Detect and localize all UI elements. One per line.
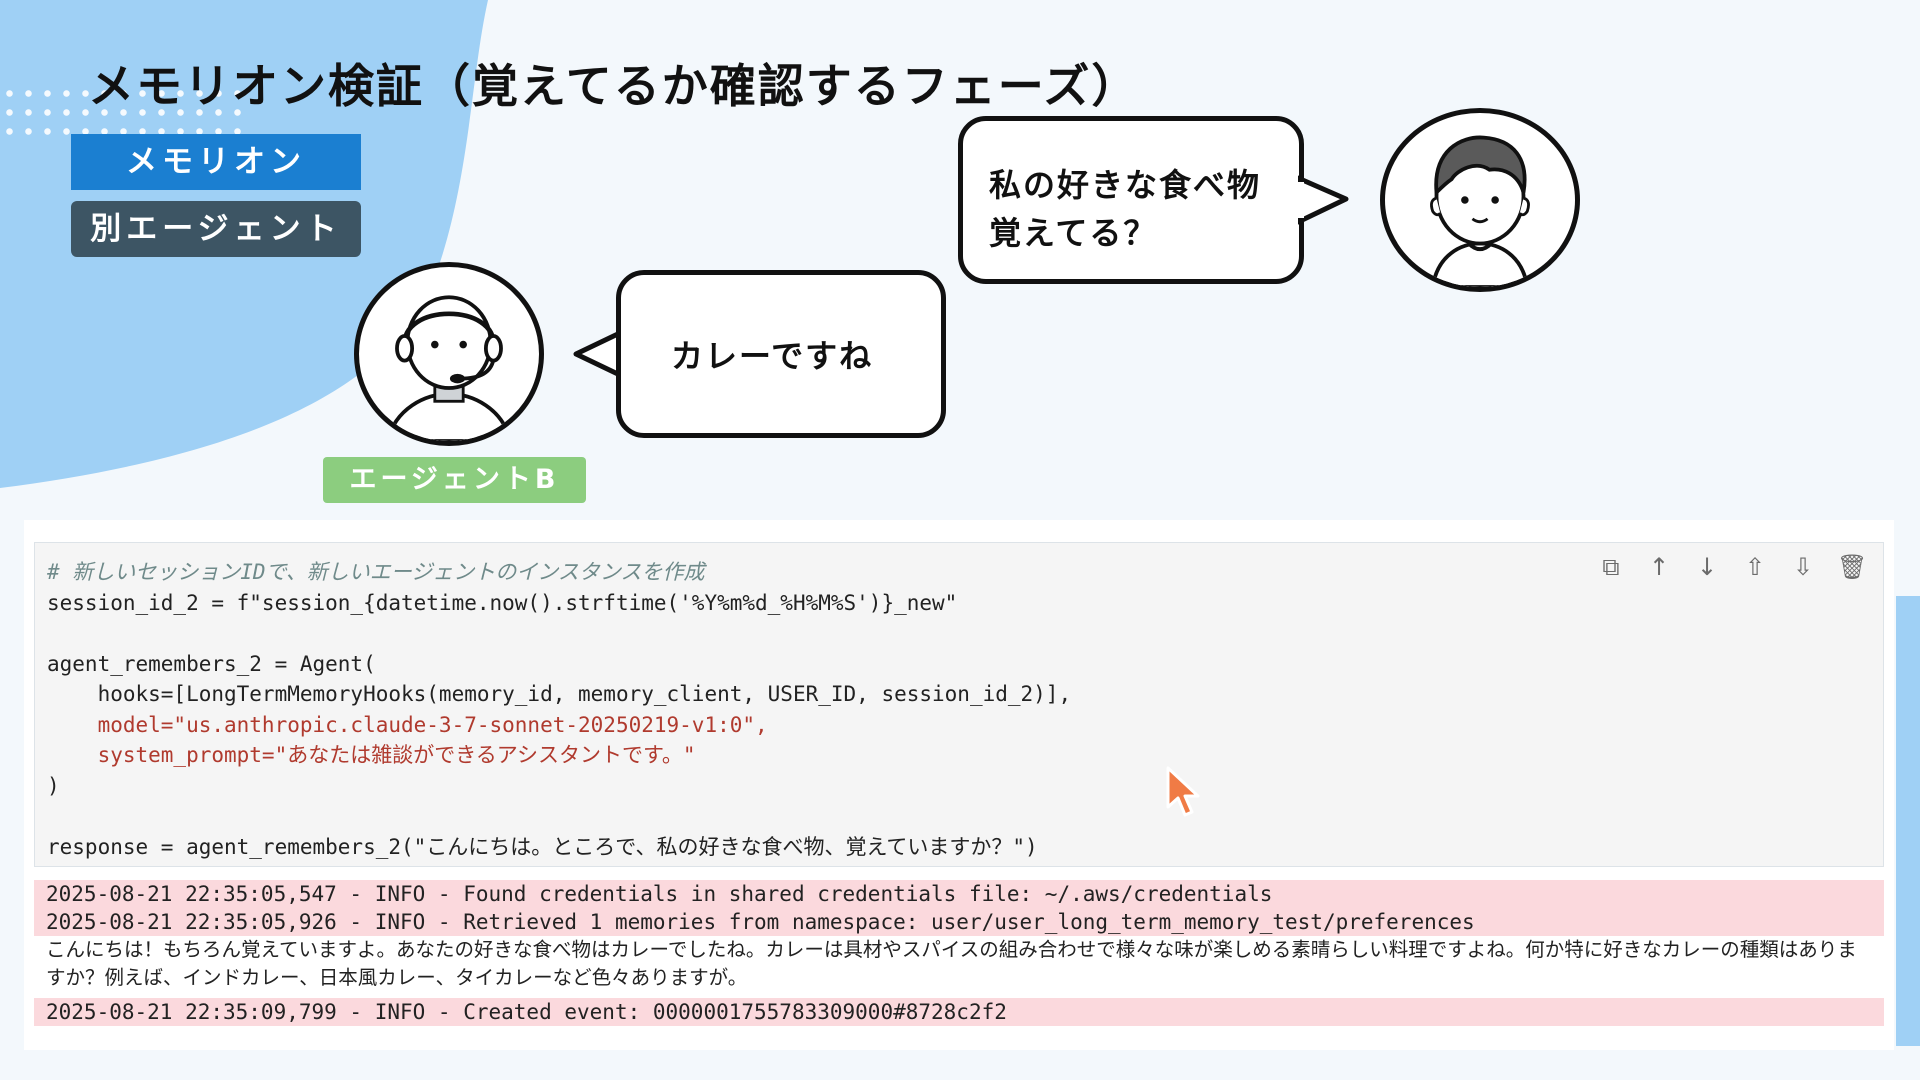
log-line-memories: 2025-08-21 22:35:05,926 - INFO - Retriev… [34,908,1884,936]
agent-b-avatar [354,262,544,446]
code-line-hooks: hooks=[LongTermMemoryHooks(memory_id, me… [47,682,1072,706]
mouse-cursor-icon [1166,766,1200,817]
notebook-screenshot: ⧉ ↑ ↓ ⇧ ⇩ 🗑 # 新しいセッションIDで、新しいエージェントのインスタ… [24,520,1894,1050]
code-line-response: response = agent_remembers_2("こんにちは。ところで… [47,834,1038,859]
user-speech-bubble: 私の好きな食べ物 覚えてる？ [958,116,1304,284]
user-avatar [1380,108,1580,292]
arrow-up-icon[interactable]: ↑ [1645,553,1673,581]
cell-toolbar: ⧉ ↑ ↓ ⇧ ⇩ 🗑 [1597,553,1867,581]
slide-title: メモリオン検証（覚えてるか確認するフェーズ） [88,59,1140,113]
code-line-session: session_id_2 = f"session_{datetime.now()… [47,590,958,615]
code-editor[interactable]: # 新しいセッションIDで、新しいエージェントのインスタンスを作成 sessio… [47,557,1071,862]
trash-icon[interactable]: 🗑 [1837,553,1867,581]
insert-below-icon[interactable]: ⇩ [1789,553,1817,581]
copy-icon[interactable]: ⧉ [1597,553,1625,581]
insert-above-icon[interactable]: ⇧ [1741,553,1769,581]
user-bubble-line-2: 覚えてる？ [989,214,1158,252]
agent-b-tag: エージェントB [323,457,586,503]
log-line-created-event: 2025-08-21 22:35:09,799 - INFO - Created… [34,998,1884,1026]
code-cell[interactable]: ⧉ ↑ ↓ ⇧ ⇩ 🗑 # 新しいセッションIDで、新しいエージェントのインスタ… [34,542,1884,867]
user-bubble-tail [1298,175,1349,225]
code-line-prompt: system_prompt="あなたは雑談ができるアシスタントです。" [47,743,696,767]
code-line-close: ) [47,773,60,798]
headset-agent-icon [385,295,513,441]
code-comment: # 新しいセッションIDで、新しいエージェントのインスタンスを作成 [47,560,705,584]
agent-speech-bubble: カレーですね [616,270,946,438]
user-face-icon [1430,135,1530,287]
agent-reply-text: こんにちは！もちろん覚えていますよ。あなたの好きな食べ物はカレーでしたね。カレー… [34,936,1884,992]
arrow-down-icon[interactable]: ↓ [1693,553,1721,581]
log-line-credentials: 2025-08-21 22:35:05,547 - INFO - Found c… [34,880,1884,908]
code-line-agent: agent_remembers_2 = Agent( [47,651,376,676]
memorion-tag: メモリオン [71,134,361,190]
cell-output: 2025-08-21 22:35:05,547 - INFO - Found c… [34,880,1884,1040]
right-decor-strip [1896,596,1920,1046]
other-agent-tag: 別エージェント [71,201,361,257]
code-line-model: model="us.anthropic.claude-3-7-sonnet-20… [47,712,768,737]
user-bubble-line-1: 私の好きな食べ物 [989,166,1262,204]
